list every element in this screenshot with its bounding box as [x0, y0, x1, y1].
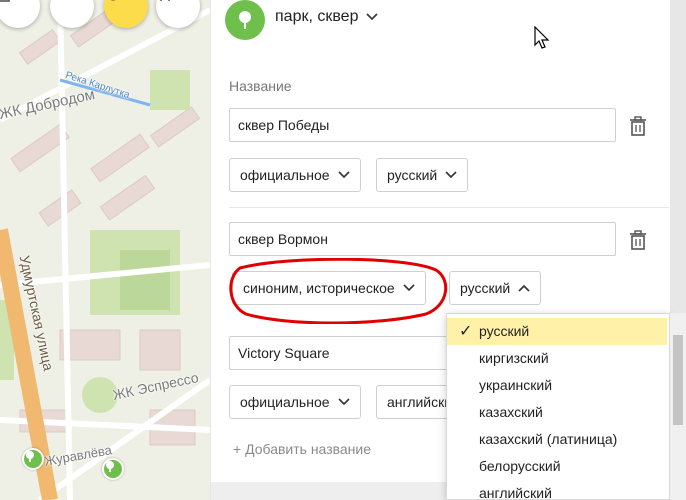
line-icon [50, 0, 68, 2]
category-selector[interactable]: парк, сквер [275, 8, 379, 26]
chevron-down-icon [366, 13, 379, 21]
tree-icon [106, 461, 114, 472]
tree-icon [26, 451, 34, 462]
dropdown-option[interactable]: английский [447, 480, 667, 499]
name-input[interactable]: сквер Победы [229, 108, 616, 142]
category-label: парк, сквер [275, 8, 359, 25]
name-language-select-open[interactable]: русский [449, 271, 542, 305]
dropdown-option[interactable]: казахский (латиница) [447, 426, 667, 453]
chevron-down-icon [337, 398, 350, 406]
dropdown-option[interactable]: киргизский [447, 345, 667, 372]
name-language-value: русский [387, 167, 438, 183]
name-type-select[interactable]: синоним, историческое [232, 271, 426, 305]
chevron-down-icon [445, 171, 457, 179]
name-type-value: официальное [240, 394, 330, 410]
scrollbar-thumb[interactable] [673, 335, 683, 425]
trash-icon[interactable] [629, 230, 647, 250]
divider [229, 207, 669, 208]
magnet-icon [110, 0, 116, 1]
name-type-value: синоним, историческое [243, 280, 395, 296]
chevron-up-icon [518, 284, 530, 292]
park-marker[interactable] [102, 458, 124, 480]
dropdown-option[interactable]: украинский [447, 372, 667, 399]
chevron-down-icon [403, 284, 415, 292]
mouse-cursor-icon [534, 26, 550, 49]
trash-icon [0, 0, 10, 2]
language-dropdown: ✓ русский киргизский украинский казахски… [446, 313, 670, 500]
dropdown-option[interactable]: белорусский [447, 453, 667, 480]
dropdown-option-selected[interactable]: ✓ русский [447, 318, 667, 345]
trash-icon[interactable] [629, 116, 647, 136]
add-name-link[interactable]: + Добавить название [233, 441, 371, 457]
category-icon [225, 0, 265, 40]
name-type-value: официальное [240, 167, 330, 183]
name-type-select[interactable]: официальное [229, 385, 361, 419]
map-view[interactable]: ЖК Добродом Река Карлутка Удмуртская ули… [0, 0, 210, 500]
sliders-icon [160, 0, 170, 1]
map-canvas [0, 0, 210, 500]
name-input[interactable]: сквер Вормон [229, 222, 616, 256]
park-marker[interactable] [22, 448, 44, 470]
name-language-select[interactable]: русский [376, 158, 469, 192]
dropdown-scrollbar[interactable] [670, 313, 686, 500]
dropdown-option[interactable]: казахский [447, 399, 667, 426]
chevron-down-icon [337, 171, 350, 179]
check-icon: ✓ [459, 323, 473, 340]
name-language-value: русский [460, 280, 511, 296]
name-type-select[interactable]: официальное [229, 158, 361, 192]
tree-icon [239, 11, 251, 29]
section-label-name: Название [229, 78, 292, 94]
